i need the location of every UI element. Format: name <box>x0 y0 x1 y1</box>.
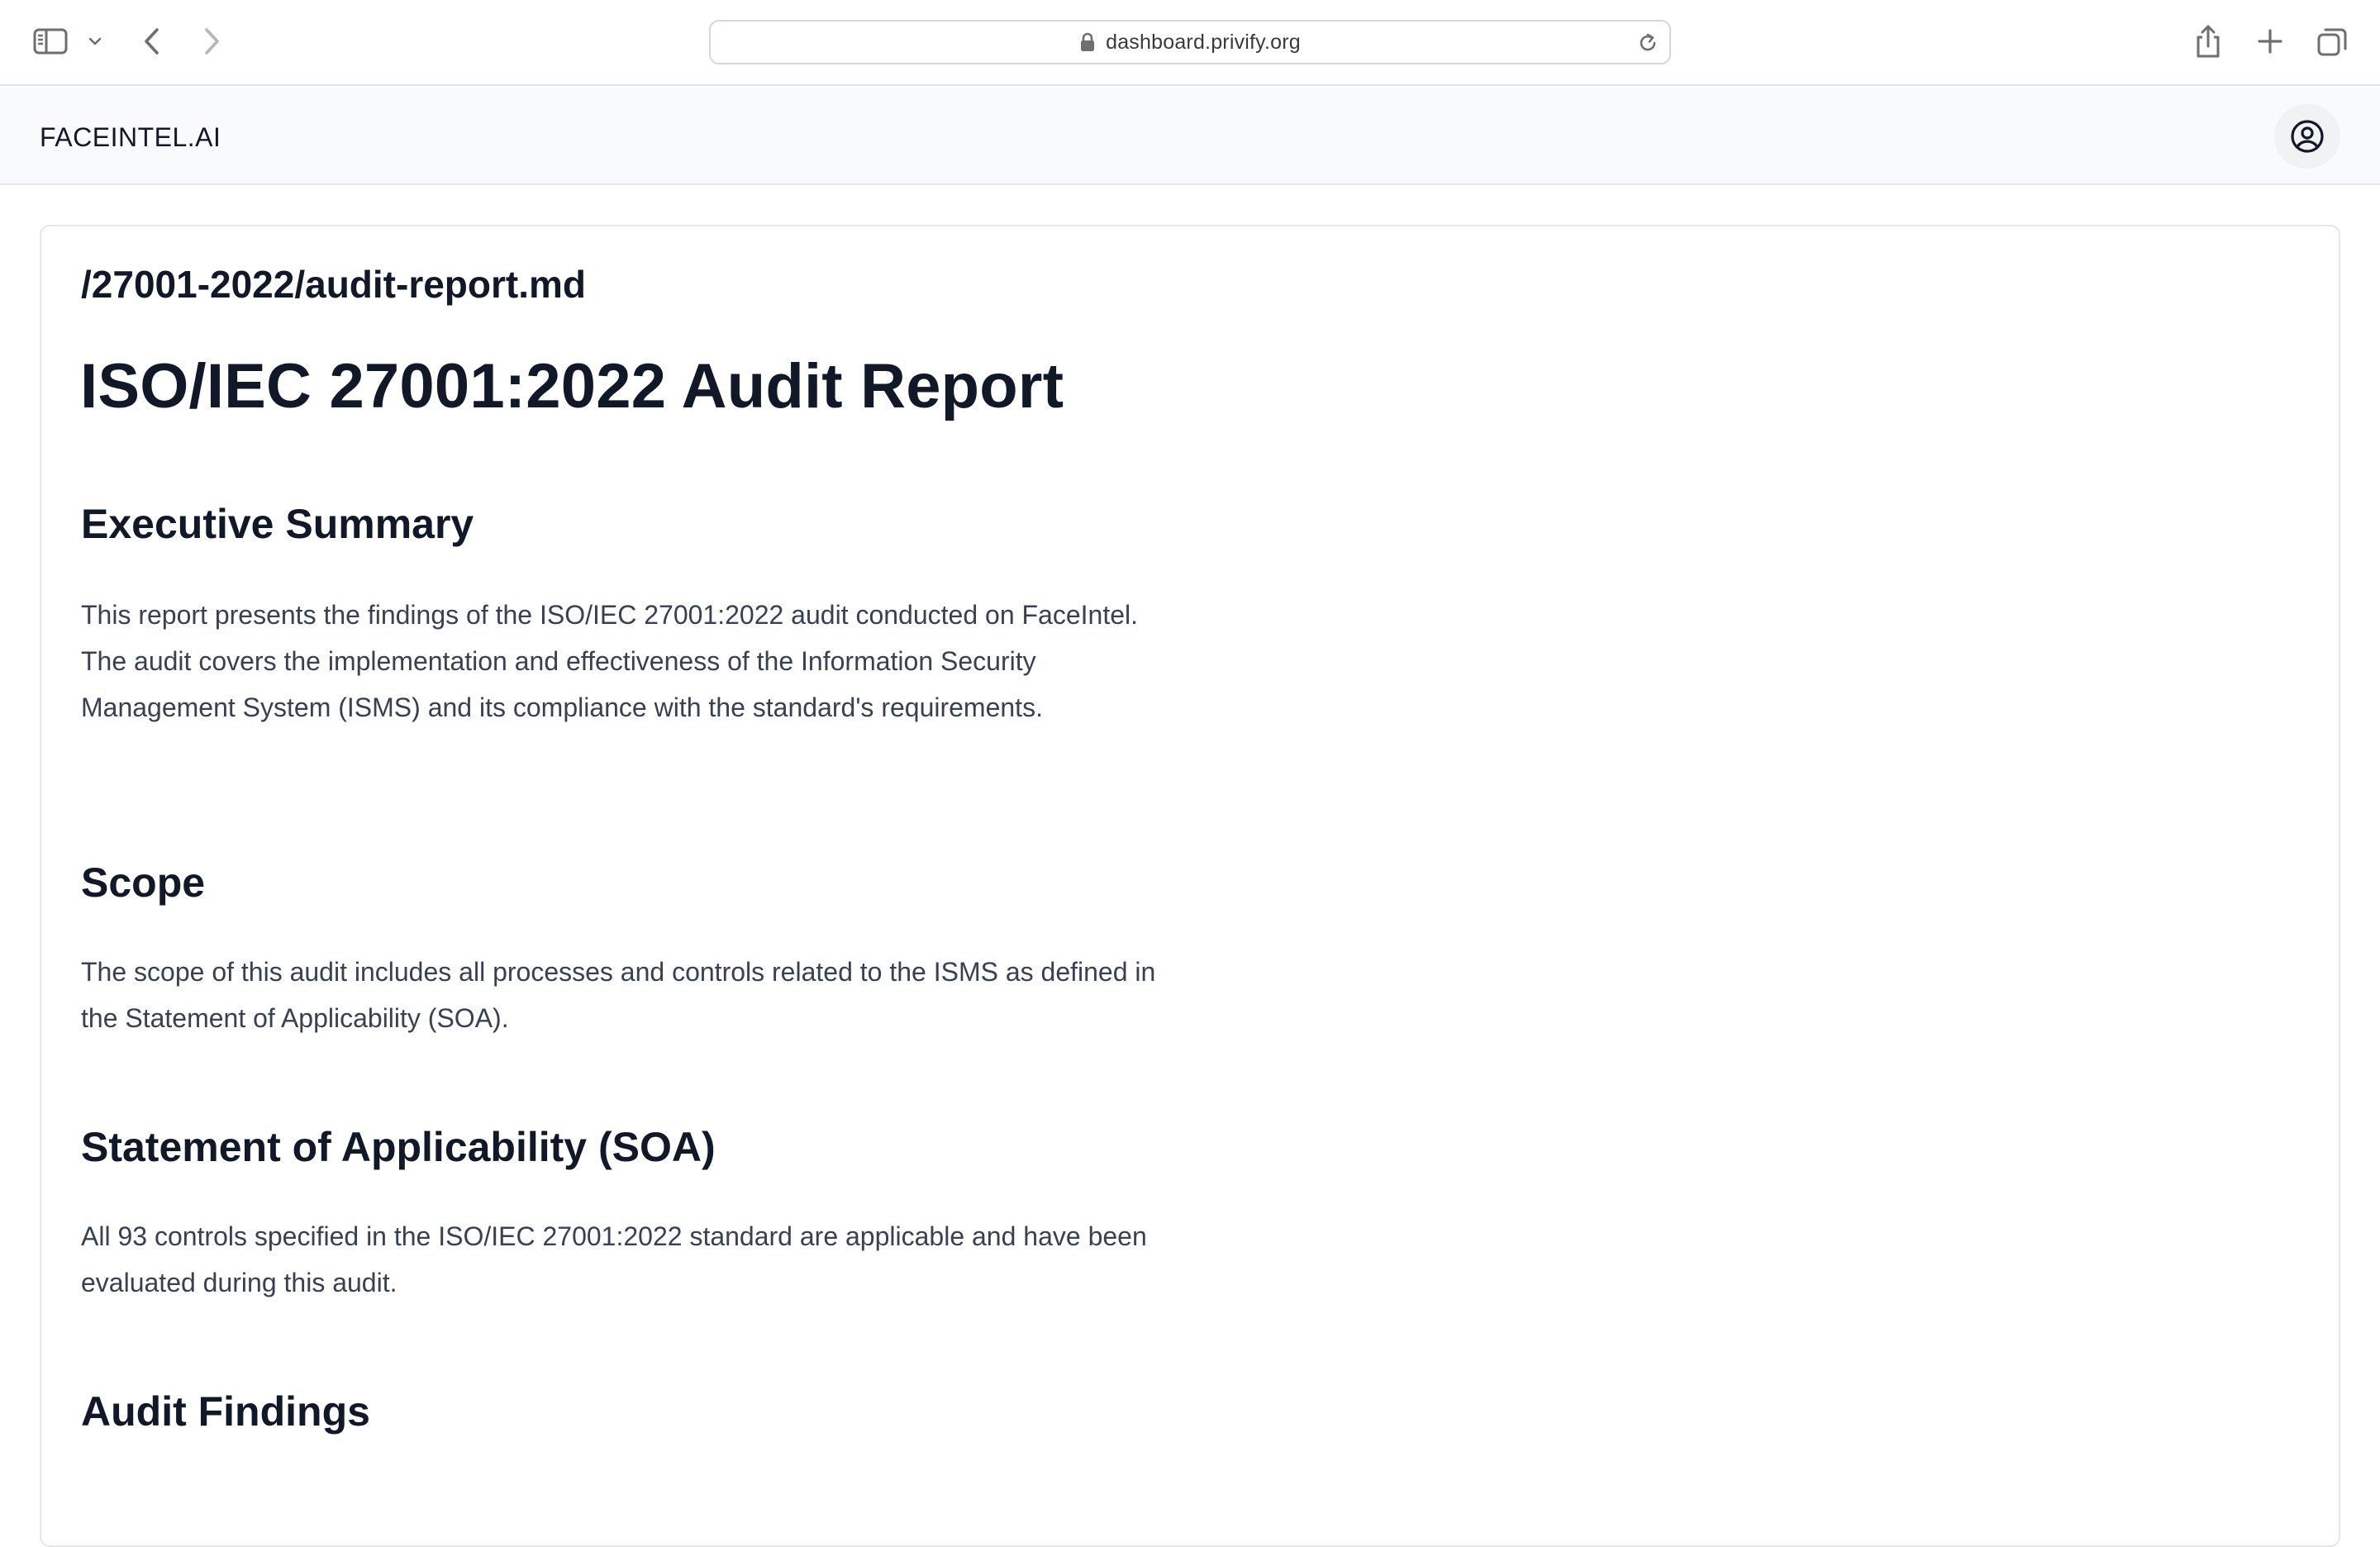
section-heading-audit-findings: Audit Findings <box>81 1388 370 1435</box>
sidebar-icon[interactable] <box>31 26 69 56</box>
page-title: ISO/IEC 27001:2022 Audit Report <box>80 351 1064 421</box>
browser-toolbar: dashboard.privify.org <box>0 0 2380 86</box>
user-circle-icon[interactable] <box>2274 104 2340 169</box>
address-bar[interactable]: dashboard.privify.org <box>709 20 1671 64</box>
file-path: /27001-2022/audit-report.md <box>81 263 587 306</box>
section-heading-soa: Statement of Applicability (SOA) <box>81 1124 716 1170</box>
section-body-scope: The scope of this audit includes all pro… <box>81 957 1156 1033</box>
section-body-soa: All 93 controls specified in the ISO/IEC… <box>81 1221 1147 1297</box>
url-text: dashboard.privify.org <box>1106 30 1301 54</box>
chevron-right-icon[interactable] <box>197 25 226 58</box>
app-header: FACEINTEL.AI <box>0 88 2380 185</box>
share-icon[interactable] <box>2193 23 2223 60</box>
plus-icon[interactable] <box>2254 25 2286 58</box>
section-heading-executive-summary: Executive Summary <box>81 501 474 547</box>
section-body-executive-summary: This report presents the findings of the… <box>81 600 1139 722</box>
lock-icon <box>1079 32 1096 52</box>
section-heading-scope: Scope <box>81 859 206 906</box>
chevron-left-icon[interactable] <box>137 25 167 58</box>
brand-logo[interactable]: FACEINTEL.AI <box>40 117 221 157</box>
chevron-down-icon[interactable] <box>86 31 104 51</box>
reload-icon[interactable] <box>1636 31 1659 55</box>
tabs-icon[interactable] <box>2316 25 2349 58</box>
